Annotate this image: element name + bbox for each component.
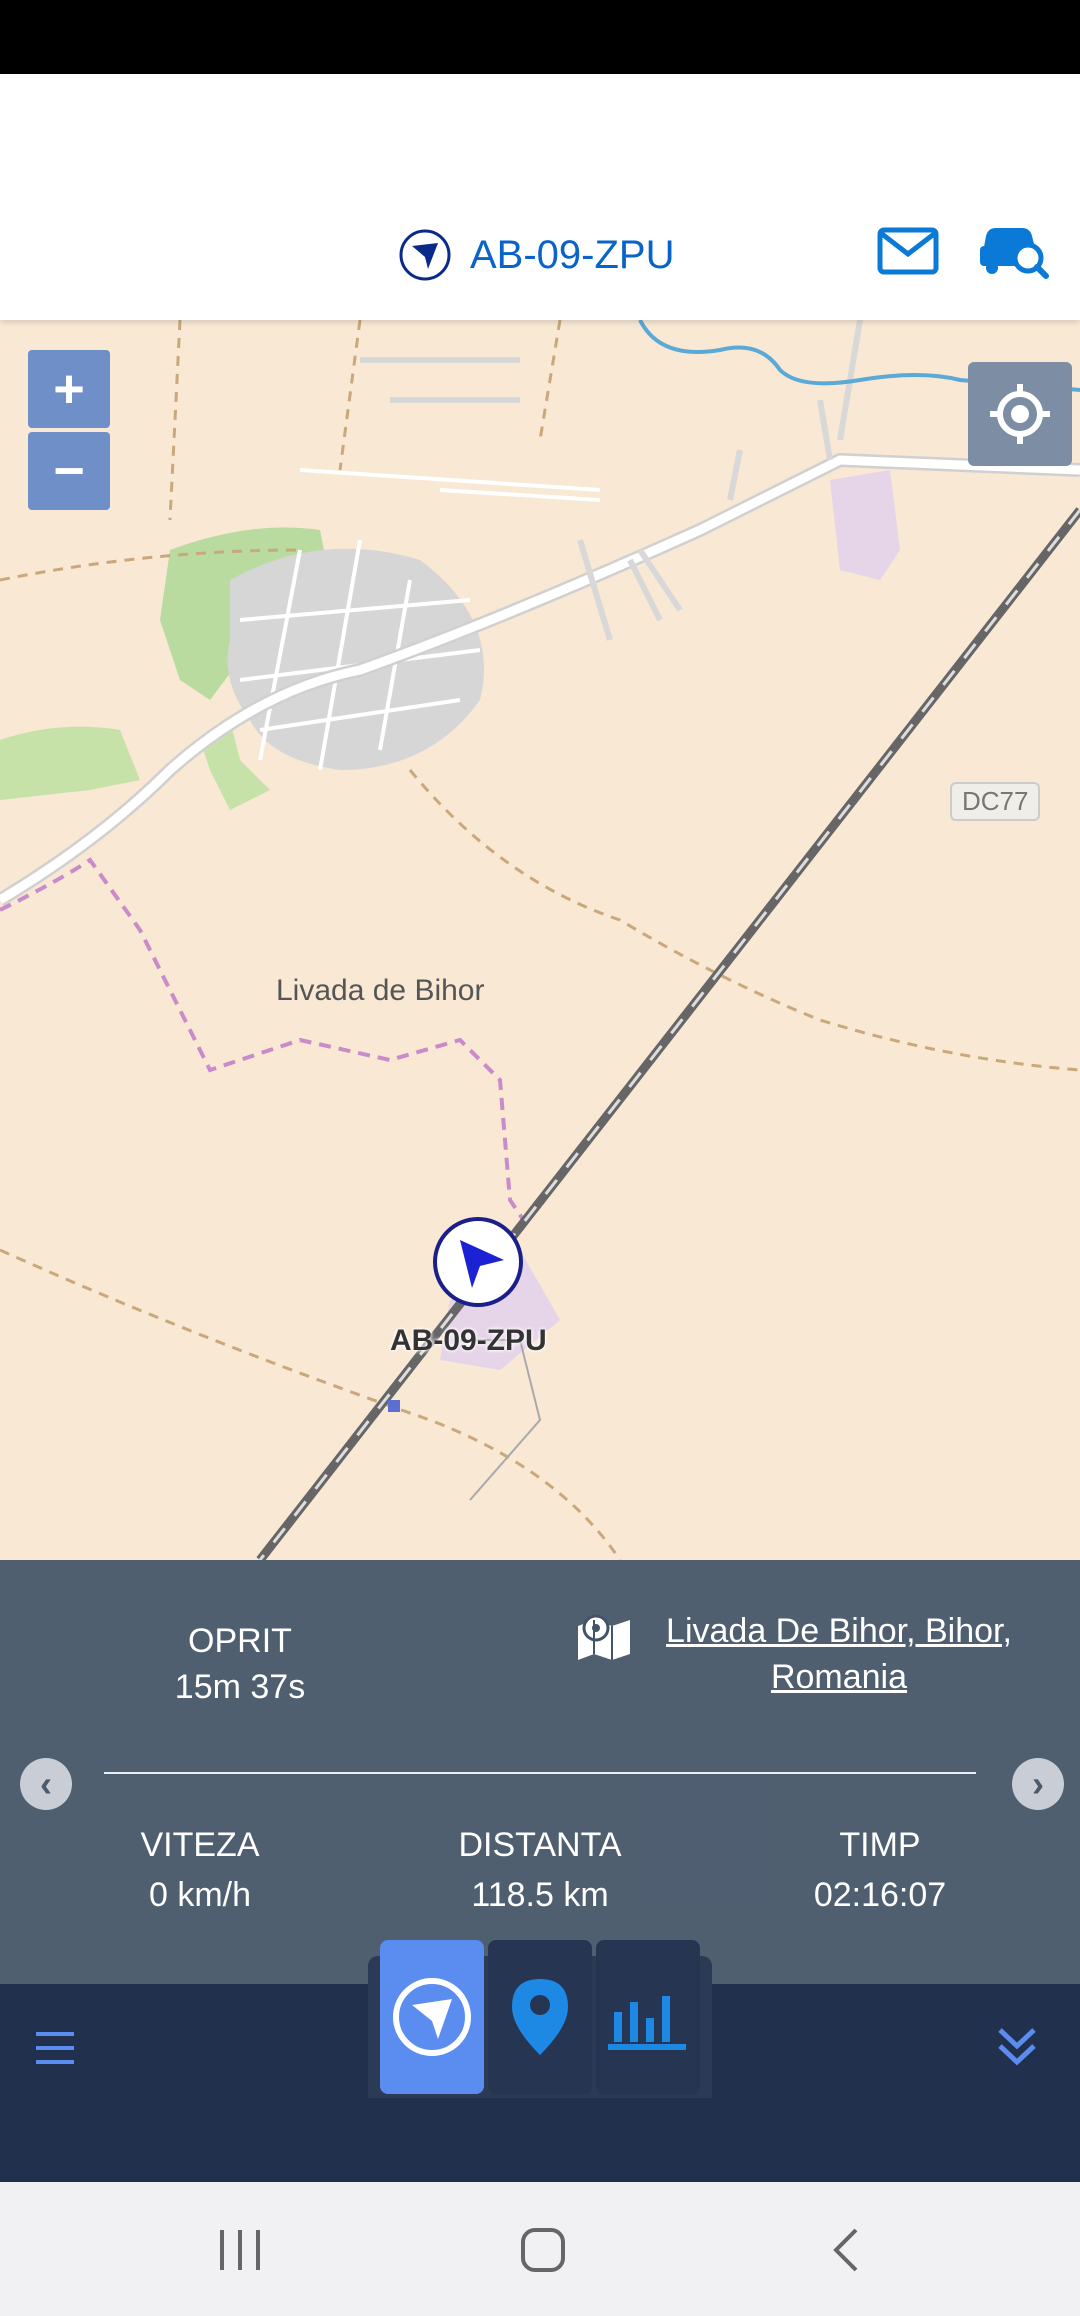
navigation-arrow-icon <box>398 228 452 282</box>
locate-button[interactable] <box>968 362 1072 466</box>
bottom-navigation-bar <box>0 1940 1080 2182</box>
zoom-in-button[interactable]: + <box>28 350 110 428</box>
speed-stat: VITEZA 0 km/h <box>100 1820 300 1920</box>
address-line2[interactable]: Romania <box>648 1654 1030 1700</box>
road-label: DC77 <box>950 782 1041 821</box>
place-label: Livada de Bihor <box>276 974 485 1007</box>
zoom-control: + − <box>28 350 110 514</box>
mail-icon[interactable] <box>876 224 940 280</box>
time-stat: TIMP 02:16:07 <box>780 1820 980 1920</box>
menu-icon[interactable] <box>34 2028 78 2068</box>
distance-label: DISTANTA <box>458 1826 622 1864</box>
vehicle-plate: AB-09-ZPU <box>470 232 675 277</box>
map-view[interactable]: Livada de Bihor DC77 AB-09-ZPU <box>0 320 1080 1560</box>
next-arrow-icon[interactable]: › <box>1012 1758 1064 1810</box>
vehicle-search-icon[interactable] <box>978 218 1050 282</box>
recent-apps-icon[interactable] <box>216 2220 266 2280</box>
status-label: OPRIT <box>188 1622 292 1660</box>
tab-navigation[interactable] <box>380 1940 484 2094</box>
speed-label: VITEZA <box>140 1826 260 1864</box>
collapse-chevron-icon[interactable] <box>992 2022 1042 2072</box>
status-bar <box>0 0 1080 74</box>
vehicle-info-panel: OPRIT 15m 37s Livada De Bihor, Bihor, Ro… <box>0 1560 1080 1984</box>
location-pin-icon <box>512 1979 568 2055</box>
vehicle-title[interactable]: AB-09-ZPU <box>398 224 675 286</box>
zoom-out-button[interactable]: − <box>28 432 110 510</box>
vehicle-map-label: AB-09-ZPU <box>390 1324 547 1357</box>
distance-stat: DISTANTA 118.5 km <box>420 1820 660 1920</box>
status-block: OPRIT 15m 37s <box>120 1618 360 1710</box>
home-icon[interactable] <box>518 2220 568 2280</box>
crosshair-icon <box>990 384 1050 444</box>
map-tiles <box>0 320 1080 1560</box>
tab-group <box>368 1940 712 2098</box>
vehicle-marker-icon[interactable] <box>432 1216 524 1308</box>
navigation-icon <box>393 1978 471 2056</box>
time-value: 02:16:07 <box>813 1876 947 1914</box>
tab-location[interactable] <box>488 1940 592 2094</box>
top-header: AB-09-ZPU <box>0 74 1080 320</box>
panel-divider <box>104 1772 976 1774</box>
address-link[interactable]: Livada De Bihor, Bihor, Romania <box>570 1608 1030 1700</box>
distance-value: 118.5 km <box>471 1876 609 1914</box>
speed-value: 0 km/h <box>148 1876 252 1914</box>
time-label: TIMP <box>839 1826 921 1864</box>
status-duration: 15m 37s <box>174 1668 306 1706</box>
tab-statistics[interactable] <box>596 1940 700 2094</box>
map-pin-icon <box>576 1612 632 1660</box>
bar-chart-icon <box>608 1996 686 2050</box>
system-navigation-bar <box>0 2182 1080 2316</box>
back-icon[interactable] <box>822 2220 872 2280</box>
previous-arrow-icon[interactable]: ‹ <box>20 1758 72 1810</box>
address-line1[interactable]: Livada De Bihor, Bihor, <box>648 1608 1030 1654</box>
